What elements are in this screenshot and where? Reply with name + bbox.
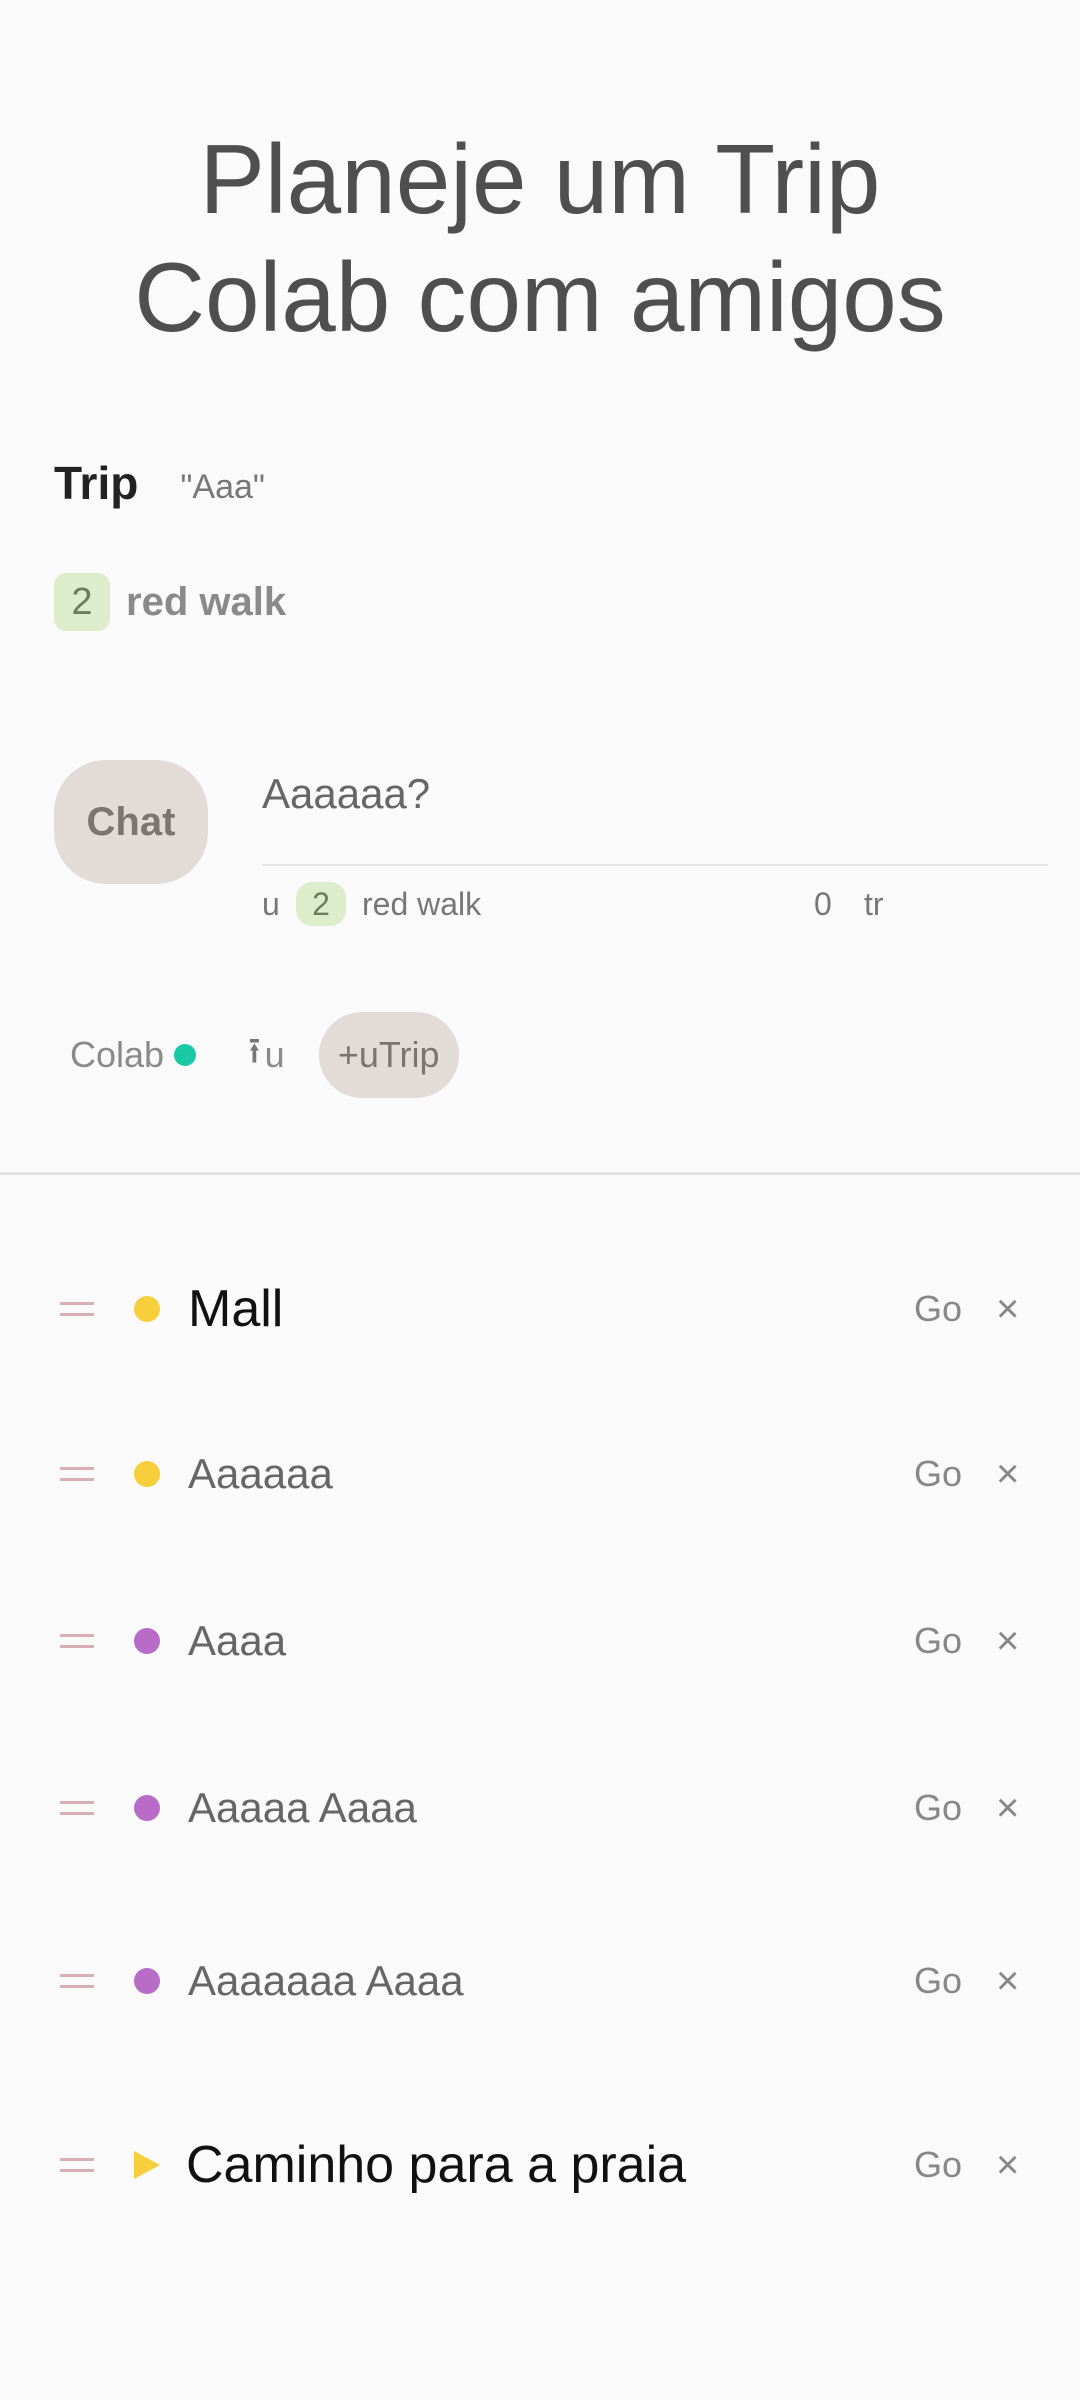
marker-triangle-icon (134, 2151, 160, 2179)
marker-dot-icon (134, 1296, 160, 1322)
item-label: Aaaaa Aaaa (188, 1784, 417, 1831)
walk-count-badge: 2 (54, 573, 110, 631)
title-line-2: Colab com amigos (134, 242, 946, 352)
item-label: Aaaaaaa Aaaa (188, 1957, 464, 2004)
section-divider (0, 1172, 1080, 1175)
drag-handle-icon[interactable] (60, 1634, 94, 1648)
meta-user: u (262, 886, 280, 922)
chat-question[interactable]: Aaaaaa? (262, 770, 430, 818)
go-button[interactable]: Go (914, 1596, 962, 1686)
trip-name[interactable]: "Aaa" (180, 468, 265, 507)
list-item[interactable]: Aaaaa Aaaa Go × (0, 1763, 1080, 1853)
meta-label: red walk (362, 886, 482, 922)
title-line-1: Planeje um Trip (199, 124, 881, 234)
drag-handle-icon[interactable] (60, 1974, 94, 1988)
marker-dot-icon (134, 1968, 160, 1994)
walk-summary: 2 red walk (54, 572, 286, 632)
meta-zero: 0 (814, 886, 832, 922)
close-icon[interactable]: × (996, 2120, 1019, 2210)
marker-dot-icon (134, 1461, 160, 1487)
upload-button[interactable]: ⭱ u (248, 1025, 285, 1086)
page-title: Planeje um Trip Colab com amigos (0, 120, 1080, 356)
item-label: Caminho para a praia (186, 2136, 687, 2194)
item-label: Aaaa (188, 1617, 287, 1664)
marker-dot-icon (134, 1628, 160, 1654)
upload-icon: ⭱ (248, 1029, 261, 1071)
close-icon[interactable]: × (996, 1429, 1019, 1519)
close-icon[interactable]: × (996, 1264, 1019, 1354)
go-button[interactable]: Go (914, 1936, 962, 2026)
close-icon[interactable]: × (996, 1596, 1019, 1686)
drag-handle-icon[interactable] (60, 2158, 94, 2172)
drag-handle-icon[interactable] (60, 1467, 94, 1481)
drag-handle-icon[interactable] (60, 1801, 94, 1815)
list-item[interactable]: Mall Go × (0, 1264, 1080, 1354)
go-button[interactable]: Go (914, 1763, 962, 1853)
actions-row: Colab ⭱ u +uTrip (54, 1012, 459, 1098)
question-underline (262, 864, 1048, 866)
go-button[interactable]: Go (914, 2120, 962, 2210)
colab-label[interactable]: Colab (70, 1034, 164, 1076)
chat-button[interactable]: Chat (54, 760, 208, 884)
item-label: Aaaaaa (188, 1450, 333, 1497)
upload-label: u (264, 1034, 285, 1075)
marker-dot-icon (134, 1795, 160, 1821)
meta-count-badge: 2 (296, 882, 346, 926)
drag-handle-icon[interactable] (60, 1302, 94, 1316)
close-icon[interactable]: × (996, 1936, 1019, 2026)
trip-label: Trip (54, 457, 139, 509)
walk-label: red walk (126, 579, 287, 624)
list-item[interactable]: Caminho para a praia Go × (0, 2120, 1080, 2210)
go-button[interactable]: Go (914, 1429, 962, 1519)
meta-tr: tr (864, 886, 884, 922)
trip-header: Trip "Aaa" (54, 448, 265, 518)
add-trip-button[interactable]: +uTrip (318, 1012, 459, 1098)
chat-meta: u 2 red walk 0 tr (262, 880, 1048, 928)
online-status-dot (174, 1044, 197, 1066)
list-item[interactable]: Aaaa Go × (0, 1596, 1080, 1686)
close-icon[interactable]: × (996, 1763, 1019, 1853)
list-item[interactable]: Aaaaaa Go × (0, 1429, 1080, 1519)
item-label: Mall (188, 1280, 284, 1338)
list-item[interactable]: Aaaaaaa Aaaa Go × (0, 1936, 1080, 2026)
go-button[interactable]: Go (914, 1264, 962, 1354)
